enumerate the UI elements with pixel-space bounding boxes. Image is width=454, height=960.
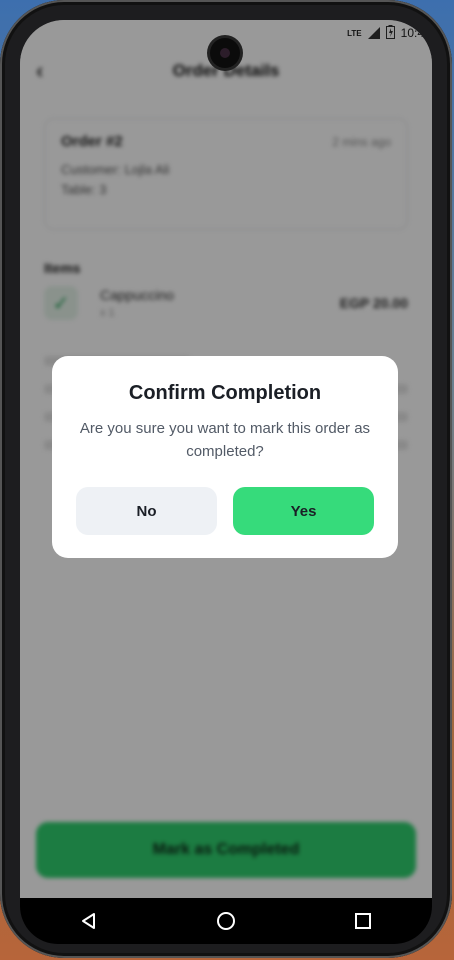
nav-back-icon[interactable] — [69, 901, 109, 941]
front-camera — [210, 38, 240, 68]
dialog-title: Confirm Completion — [128, 382, 322, 404]
phone-frame: LTE 10:4 ‹ Order Details Order #2 2 mins… — [0, 0, 452, 958]
dialog-message: Are you sure you want to mark this order… — [79, 420, 371, 460]
system-navigation-bar — [20, 898, 432, 944]
yes-button[interactable]: Yes — [233, 487, 374, 535]
dialog-buttons: No Yes — [76, 487, 374, 535]
confirm-dialog: Confirm Completion Are you sure you want… — [52, 356, 398, 558]
no-button[interactable]: No — [76, 487, 217, 535]
nav-recents-icon[interactable] — [343, 901, 383, 941]
nav-home-icon[interactable] — [206, 901, 246, 941]
screen: LTE 10:4 ‹ Order Details Order #2 2 mins… — [20, 20, 432, 898]
